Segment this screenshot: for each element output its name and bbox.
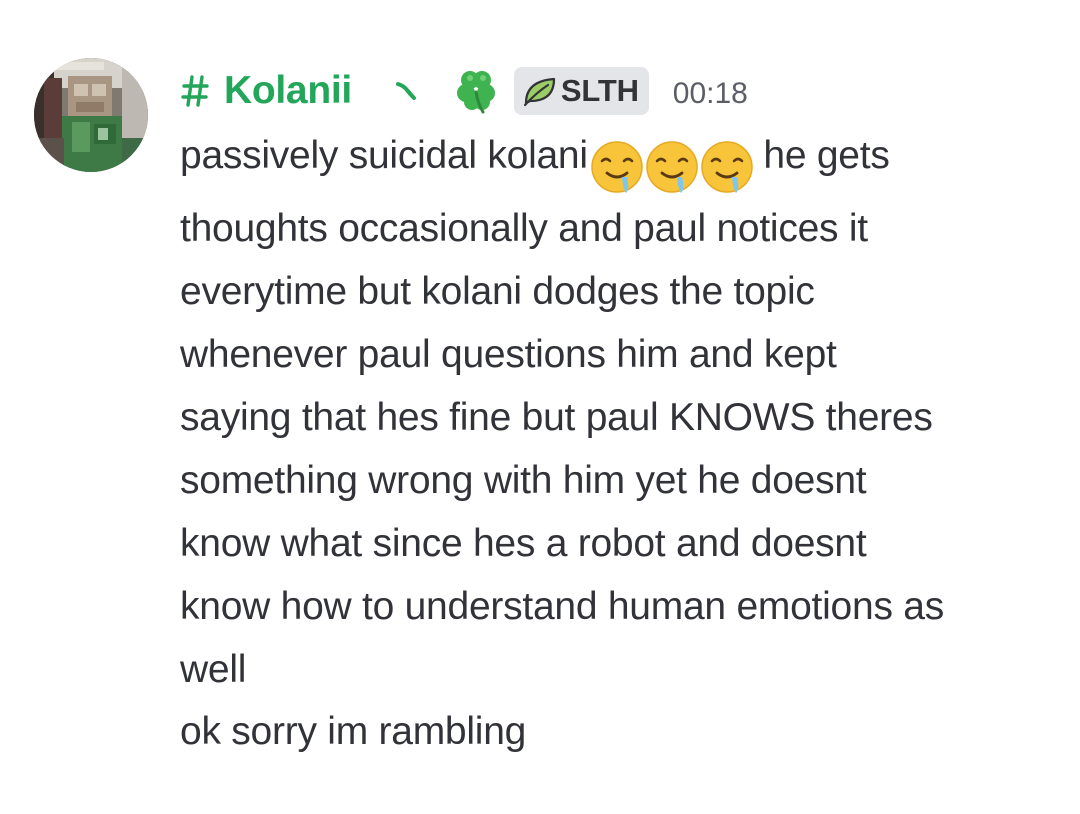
timestamp[interactable]: 00:18 (673, 71, 748, 111)
message-line: something wrong with him yet he doesnt (180, 459, 867, 502)
message-line: passively suicidal kolani he gets (180, 124, 1060, 197)
message-line: thoughts occasionally and paul notices i… (180, 207, 868, 250)
message-line: well (180, 648, 247, 691)
emoji-group (588, 139, 753, 197)
followup-message: ok sorry im rambling (180, 710, 527, 753)
message-line: whenever paul questions him and kept (180, 333, 837, 376)
four-leaf-clover-icon (450, 64, 504, 118)
hashtag-icon (180, 71, 210, 111)
message-text: he gets (752, 134, 890, 177)
decoration-icon (392, 71, 422, 111)
message-content: passively suicidal kolani he gets though… (180, 124, 1060, 701)
drooling-face-emoji[interactable] (588, 139, 646, 197)
message-header: Kolanii SLTH 00:18 (180, 62, 748, 120)
avatar[interactable] (34, 58, 148, 172)
avatar-image (34, 58, 148, 172)
drooling-face-emoji[interactable] (643, 139, 701, 197)
message-line: saying that hes fine but paul KNOWS ther… (180, 396, 933, 439)
message-line: know what since hes a robot and doesnt (180, 522, 867, 565)
drooling-face-emoji[interactable] (698, 139, 756, 197)
leaf-icon (522, 75, 558, 107)
message-line: everytime but kolani dodges the topic (180, 270, 815, 313)
chat-message: Kolanii SLTH 00:18 passively suicidal ko… (0, 0, 1080, 814)
clan-tag[interactable]: SLTH (513, 67, 649, 115)
clan-tag-label: SLTH (560, 73, 639, 108)
message-text: passively suicidal kolani (180, 134, 588, 177)
username[interactable]: Kolanii (224, 69, 352, 113)
message-line: know how to understand human emotions as (180, 585, 944, 628)
